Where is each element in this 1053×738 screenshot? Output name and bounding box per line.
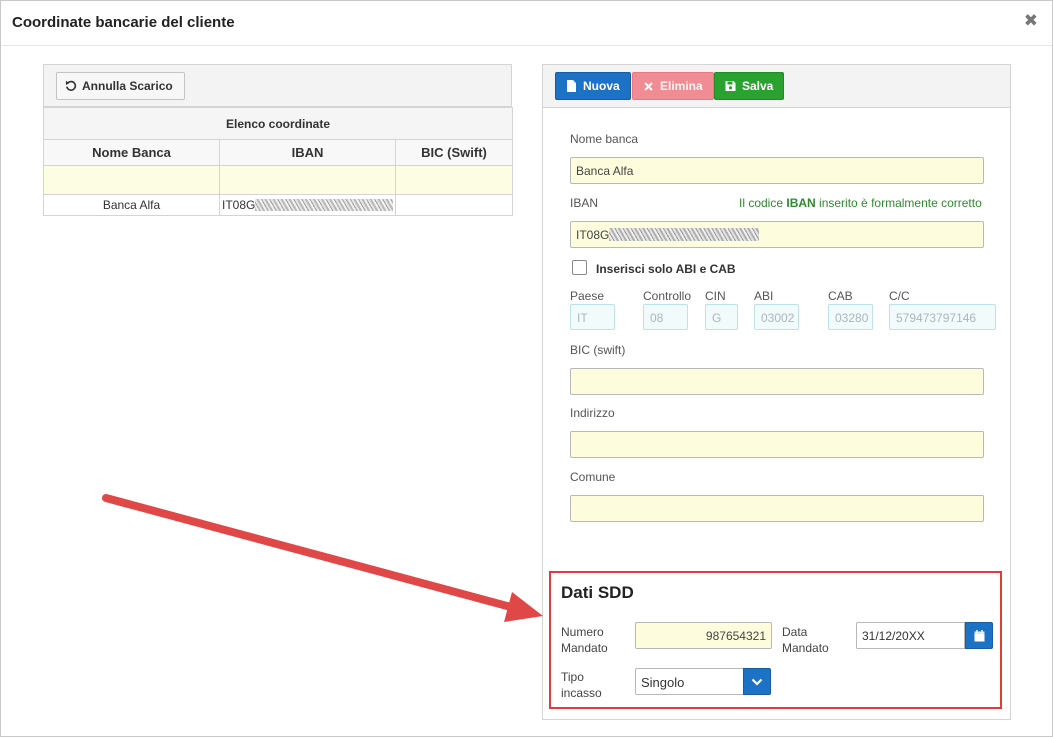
mandate-number-label-line2: Mandato [561,641,608,655]
collection-type-dropdown-button[interactable] [743,668,771,695]
mandate-date-label: Data Mandato [782,624,829,656]
list-toolbar: Annulla Scarico [43,64,512,107]
undo-icon [65,80,77,91]
new-label: Nuova [583,79,620,93]
date-picker-button[interactable] [965,622,993,649]
sdd-section: Dati SDD Numero Mandato 987654321 Data M… [549,571,1002,709]
collection-type-label: Tipo incasso [561,669,602,701]
collection-type-label-line2: incasso [561,686,602,700]
cab-label: CAB [828,289,853,303]
cin-field: G [705,304,738,330]
cell-bic [394,194,514,216]
column-header-bank-name[interactable]: Nome Banca [43,139,220,166]
details-toolbar: Nuova Elimina Salva [543,65,1010,108]
city-input[interactable] [570,495,984,522]
mandate-number-label-line1: Numero [561,625,604,639]
iban-label: IBAN [570,196,599,210]
dialog-header: Coordinate bancarie del cliente ✖ [1,1,1052,46]
file-icon [567,80,576,92]
check-digits-label: Controllo [643,289,692,303]
new-button[interactable]: Nuova [555,72,631,100]
country-label: Paese [570,289,605,303]
save-button[interactable]: Salva [714,72,785,100]
bic-input[interactable] [570,368,984,395]
iban-valid-message: Il codice IBAN inserito è formalmente co… [739,196,982,210]
cin-label: CIN [705,289,726,303]
undo-download-button[interactable]: Annulla Scarico [56,72,185,100]
iban-valid-text-bold: IBAN [786,196,816,210]
mandate-date-label-line1: Data [782,625,808,639]
undo-download-label: Annulla Scarico [82,79,173,93]
bic-label: BIC (swift) [570,343,626,357]
check-digits-field: 08 [643,304,688,330]
redacted-iban-input [609,228,760,241]
address-input[interactable] [570,431,984,458]
iban-input-prefix: IT08G [576,228,610,242]
cell-iban: IT08G [219,194,396,216]
bank-name-input[interactable]: Banca Alfa [570,157,984,184]
delete-button[interactable]: Elimina [632,72,714,100]
collection-type-select[interactable]: Singolo [635,668,744,695]
bank-name-label: Nome banca [570,132,639,146]
filter-cell-bank-name[interactable] [43,165,220,195]
delete-label: Elimina [660,79,703,93]
mandate-date-input[interactable]: 31/12/20XX [856,622,965,649]
address-label: Indirizzo [570,406,615,420]
iban-valid-text-post: inserito è formalmente corretto [815,196,982,210]
iban-input[interactable]: IT08G [570,221,984,248]
chevron-down-icon [751,678,763,686]
coordinates-grid: Elenco coordinate Nome Banca IBAN BIC (S… [42,107,514,216]
times-icon [644,82,653,91]
filter-cell-iban[interactable] [219,165,396,195]
filter-row [43,165,514,195]
column-header-bic[interactable]: BIC (Swift) [394,139,514,166]
country-field: IT [570,304,615,330]
dialog: Coordinate bancarie del cliente ✖ Annull… [0,0,1053,737]
abi-field: 03002 [754,304,799,330]
mandate-date-label-line2: Mandato [782,641,829,655]
collection-type-label-line1: Tipo [561,670,584,684]
filter-cell-bic[interactable] [394,165,514,195]
table-row[interactable]: Banca Alfa IT08G [43,194,514,216]
save-label: Salva [742,79,774,93]
mandate-number-input[interactable]: 987654321 [635,622,772,649]
grid-caption: Elenco coordinate [42,107,514,140]
column-header-iban[interactable]: IBAN [219,139,396,166]
floppy-disk-icon [725,81,736,91]
calendar-icon [974,629,984,641]
iban-prefix-text: IT08G [222,198,256,212]
cab-field: 03280 [828,304,873,330]
account-number-label: C/C [889,289,910,303]
account-number-field: 579473797146 [889,304,996,330]
abi-cab-only-label: Inserisci solo ABI e CAB [596,262,736,276]
abi-label: ABI [754,289,774,303]
city-label: Comune [570,470,616,484]
close-icon[interactable]: ✖ [1024,11,1038,31]
abi-cab-only-checkbox[interactable] [572,260,587,275]
dialog-title: Coordinate bancarie del cliente [12,14,235,31]
redacted-iban [255,199,394,211]
sdd-title: Dati SDD [561,583,634,602]
mandate-number-label: Numero Mandato [561,624,608,656]
cell-bank-name: Banca Alfa [43,194,220,216]
coordinates-list-panel: Annulla Scarico Elenco coordinate Nome B… [42,64,514,216]
iban-valid-text-pre: Il codice [739,196,787,210]
